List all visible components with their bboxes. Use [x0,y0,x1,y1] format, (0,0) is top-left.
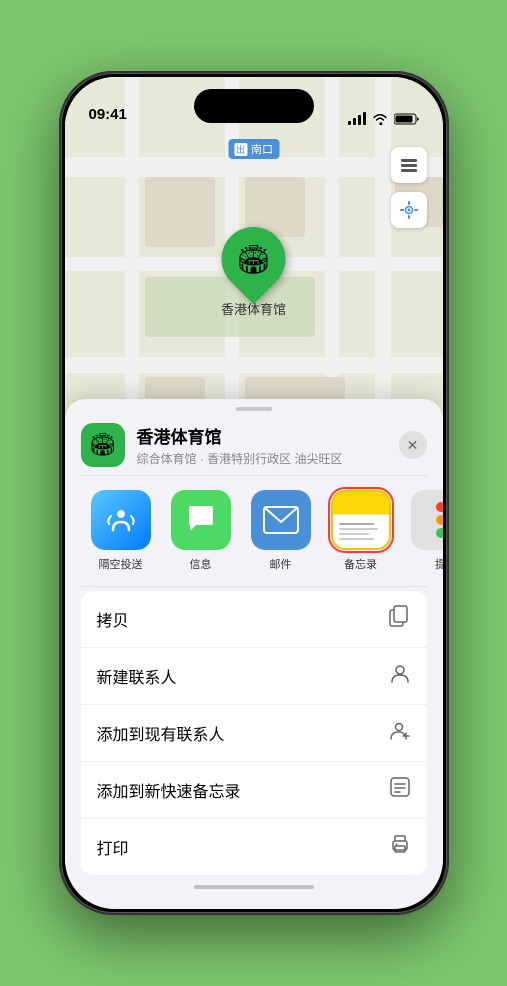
print-icon [389,833,411,861]
mail-icon [251,490,311,550]
airdrop-icon [91,490,151,550]
person-add-icon [389,719,411,747]
share-app-messages[interactable]: 信息 [161,490,241,572]
dynamic-island [194,89,314,123]
more-label: 提 [435,556,443,572]
battery-icon [394,113,419,125]
signal-icon [348,112,366,125]
more-icon [411,490,443,550]
airdrop-symbol [105,504,137,536]
location-button[interactable] [391,192,427,228]
divider-2 [81,586,427,587]
note-icon [389,776,411,804]
place-name: 香港体育馆 [137,423,387,448]
wifi-icon [372,113,388,125]
share-app-more[interactable]: 提 [401,490,443,572]
action-copy-label: 拷贝 [97,607,129,631]
notes-lines [333,515,389,546]
place-header: 🏟 香港体育馆 综合体育馆 · 香港特别行政区 油尖旺区 ✕ [65,411,443,475]
action-quick-note[interactable]: 添加到新快速备忘录 [81,762,427,819]
copy-icon [389,605,411,633]
layers-icon [399,155,419,175]
map-controls [391,147,427,228]
place-subtitle: 综合体育馆 · 香港特别行政区 油尖旺区 [137,450,387,467]
action-add-existing-label: 添加到现有联系人 [97,721,225,745]
messages-label: 信息 [190,556,212,572]
share-app-notes[interactable]: 备忘录 [321,490,401,572]
location-icon [400,201,418,219]
more-dots [436,502,443,538]
action-new-contact-label: 新建联系人 [97,664,177,688]
action-add-existing[interactable]: 添加到现有联系人 [81,705,427,762]
map-layers-button[interactable] [391,147,427,183]
close-button[interactable]: ✕ [399,431,427,459]
stadium-pin[interactable]: 🏟 香港体育馆 [221,227,286,318]
mail-label: 邮件 [270,556,292,572]
phone-screen: 09:41 [65,77,443,909]
share-apps-row: 隔空投送 信息 [65,476,443,586]
pin-marker: 🏟 [208,214,299,305]
status-time: 09:41 [89,106,127,125]
status-icons [348,112,419,125]
share-app-airdrop[interactable]: 隔空投送 [81,490,161,572]
place-icon: 🏟 [81,423,125,467]
stadium-icon: 🏟 [236,243,272,276]
map-exit-label: 南口 [228,139,279,159]
mail-symbol [263,506,299,534]
exit-text: 南口 [251,141,273,157]
airdrop-label: 隔空投送 [99,556,143,572]
action-print-label: 打印 [97,835,129,859]
phone-frame: 09:41 [59,71,449,915]
action-list: 拷贝 新建联系人 [81,591,427,875]
person-icon [389,662,411,690]
action-print[interactable]: 打印 [81,819,427,875]
notes-label: 备忘录 [344,556,377,572]
messages-symbol [184,503,218,537]
messages-icon [171,490,231,550]
bottom-sheet: 🏟 香港体育馆 综合体育馆 · 香港特别行政区 油尖旺区 ✕ [65,399,443,909]
place-info: 香港体育馆 综合体育馆 · 香港特别行政区 油尖旺区 [137,423,387,467]
home-indicator [194,885,314,889]
action-new-contact[interactable]: 新建联系人 [81,648,427,705]
action-quick-note-label: 添加到新快速备忘录 [97,778,241,802]
share-app-mail[interactable]: 邮件 [241,490,321,572]
notes-icon [331,490,391,550]
action-copy[interactable]: 拷贝 [81,591,427,648]
